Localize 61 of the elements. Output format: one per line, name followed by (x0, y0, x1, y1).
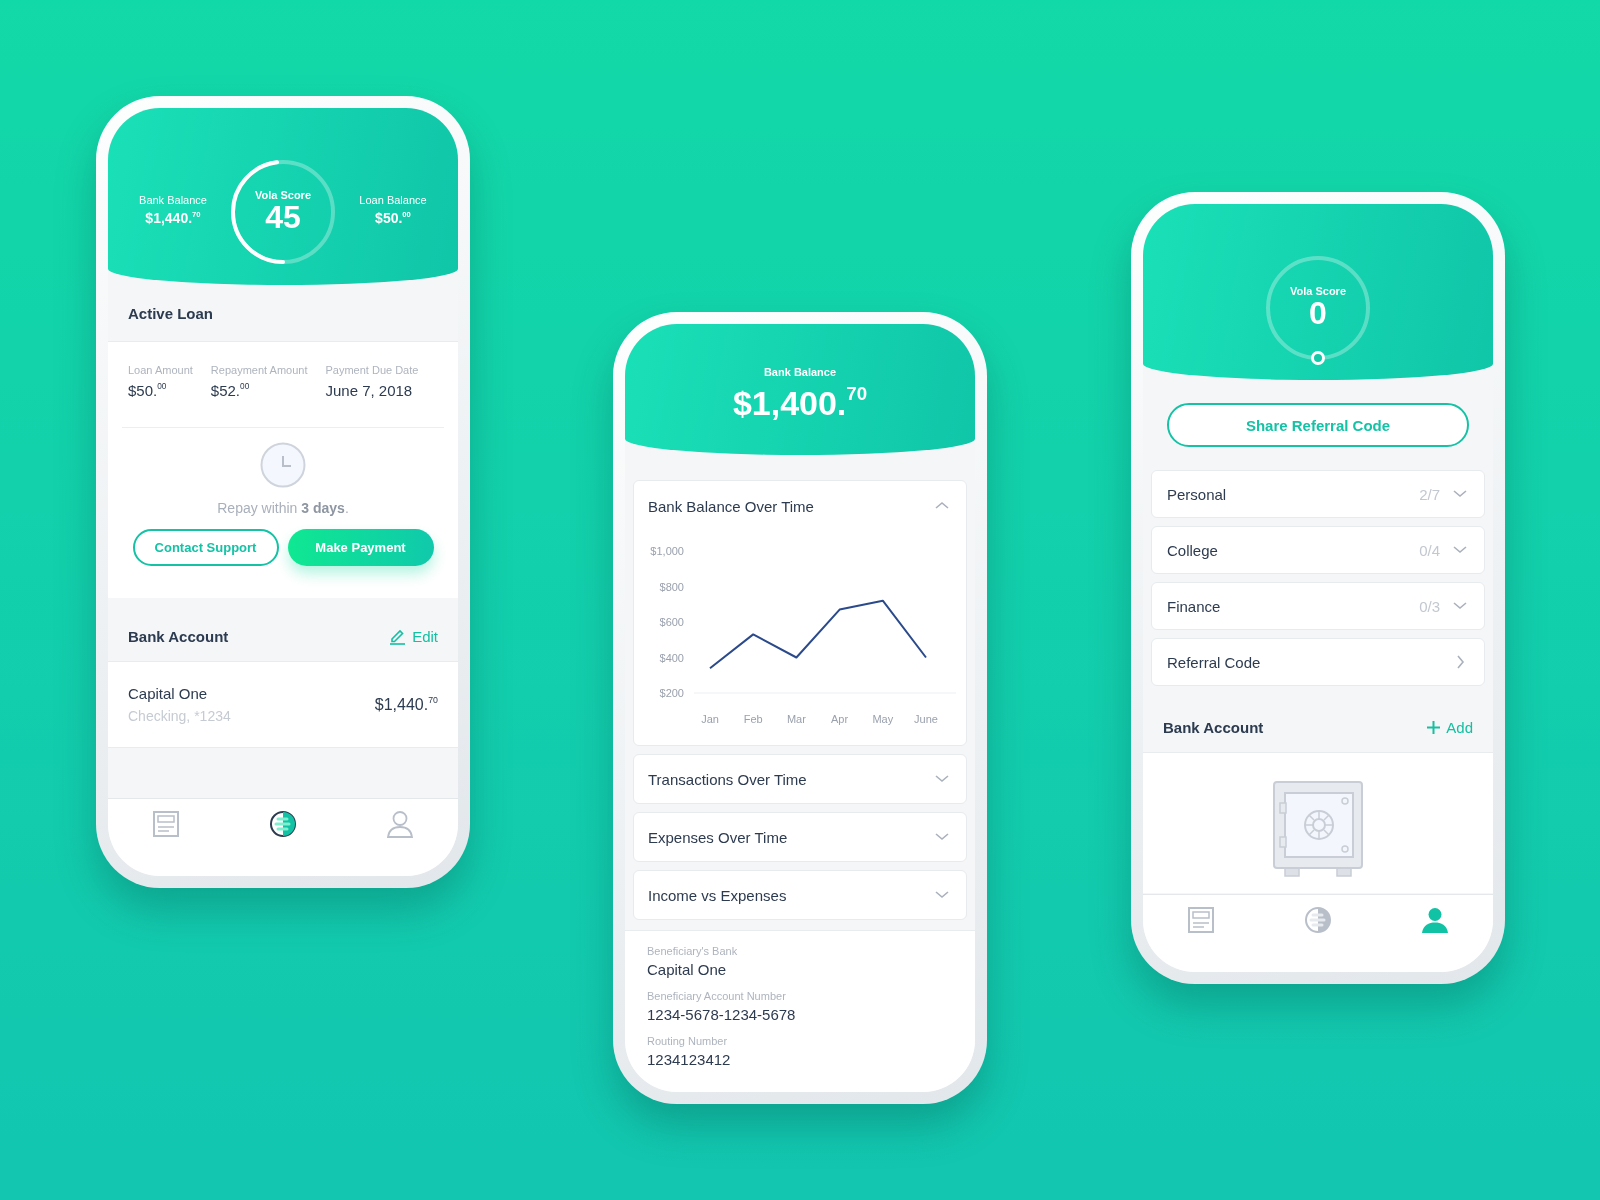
category-row[interactable]: Personal 2/7 (1151, 470, 1485, 518)
score-label: Vola Score (254, 189, 311, 202)
axis-label: $400 (659, 651, 684, 664)
plus-icon (1427, 720, 1441, 734)
axis-label: May (872, 713, 894, 725)
accordion-header[interactable]: Bank Balance Over Time (634, 481, 966, 531)
account-balance: $1,440.$^{70}$ (374, 695, 438, 714)
axis-label: Jan (701, 713, 719, 725)
clock-icon (260, 442, 306, 488)
field-value: $50.$^{00}$ (128, 382, 168, 399)
axis-label: Mar (786, 713, 806, 725)
category-row[interactable]: College 0/4 (1151, 526, 1485, 574)
balance-amount: $50.$^{00}$ (375, 210, 411, 226)
field-label: Repayment Amount (210, 364, 308, 376)
axis-label: Feb (743, 713, 763, 725)
balance-label: Bank Balance (139, 194, 207, 206)
document-icon (1187, 906, 1216, 934)
axis-label: $200 (659, 687, 684, 699)
striped-circle-icon (269, 810, 297, 838)
category-row[interactable]: Finance 0/3 (1151, 582, 1485, 630)
axis-label: $800 (659, 580, 684, 593)
detail-label: Beneficiary Account Number (647, 990, 787, 1002)
category-row[interactable]: Referral Code (1151, 638, 1485, 686)
axis-label: June (914, 713, 938, 725)
axis-label: Apr (831, 713, 849, 725)
tab-button[interactable] (269, 810, 297, 838)
person-icon (1420, 906, 1449, 934)
person-icon (385, 810, 414, 838)
balance-amount: $1,440.$^{70}$ (145, 210, 201, 226)
document-icon (152, 810, 181, 838)
detail-value: 1234123412 (647, 1051, 732, 1068)
pencil-icon (389, 628, 407, 645)
balance-amount: $1,400.$^{70}$ (732, 384, 868, 423)
accordion-header[interactable]: Transactions Over Time (634, 755, 966, 803)
balance-label: Loan Balance (359, 194, 427, 206)
detail-value: Capital One (647, 961, 728, 978)
striped-circle-icon (1304, 906, 1332, 934)
progress-count: 0/3 (1419, 597, 1440, 615)
score-value: 45 (265, 201, 301, 235)
field-label: Loan Amount (128, 364, 193, 376)
section-title: Bank Account (128, 628, 229, 645)
section-title: Bank Account (1163, 718, 1264, 736)
field-label: Payment Due Date (325, 364, 419, 376)
field-value: $52.$^{00}$ (210, 382, 251, 399)
account-detail: Checking, *1234 (128, 708, 231, 724)
balance-label: Bank Balance (763, 366, 837, 378)
section-title: Active Loan (128, 304, 214, 322)
field-value: June 7, 2018 (325, 382, 414, 399)
bank-name: Capital One (128, 685, 209, 702)
detail-label: Beneficiary's Bank (647, 945, 739, 957)
repay-note: Repay within 3 days. (217, 500, 349, 516)
score-value: 0 (1309, 297, 1327, 331)
detail-value: 1234-5678-1234-5678 (647, 1006, 797, 1023)
progress-count: 2/7 (1419, 485, 1440, 503)
accordion-header[interactable]: Expenses Over Time (634, 813, 966, 861)
axis-label: $600 (659, 616, 684, 628)
score-label: Vola Score (1289, 285, 1346, 298)
accordion-header[interactable]: Income vs Expenses (634, 871, 966, 919)
detail-label: Routing Number (647, 1035, 729, 1047)
axis-label: $1,000 (650, 545, 684, 557)
progress-count: 0/4 (1419, 541, 1440, 559)
